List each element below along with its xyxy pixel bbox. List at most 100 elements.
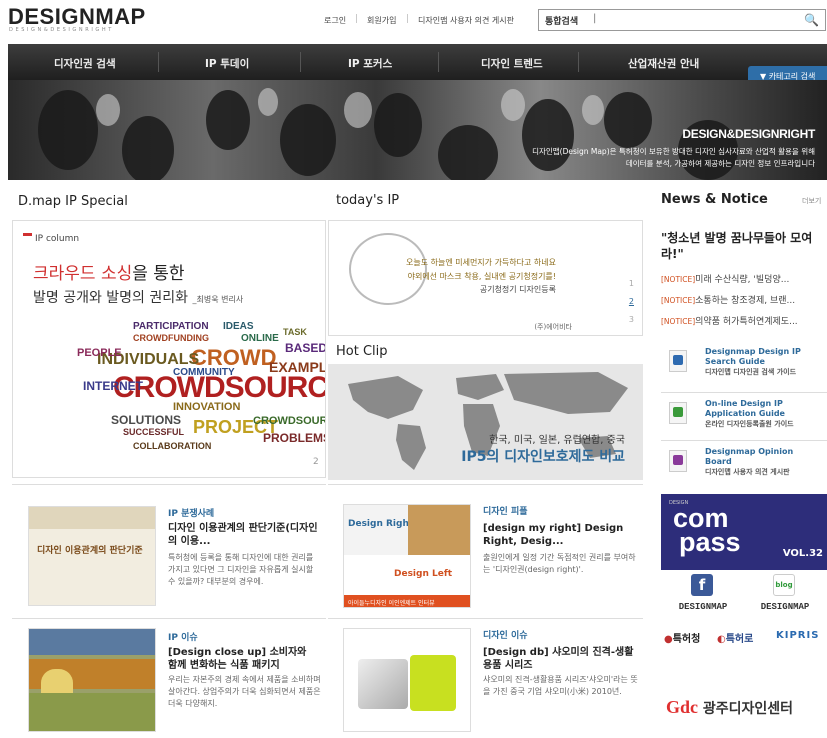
search-guide-icon (669, 350, 687, 372)
gwangju-design-center-logo[interactable]: Gdc 광주디자인센터 (666, 697, 793, 718)
hot-clip-card[interactable]: 한국, 미국, 일본, 유럽연합, 중국 IP5의 디자인보호제도 비교 (328, 364, 643, 480)
article-thumbnail[interactable]: Design Right Design Left 아이들누디자인 이인엔제트 인… (343, 504, 471, 608)
banner-title: DESIGN&DESIGNRIGHT (682, 127, 815, 141)
article-title[interactable]: 디자인 이용관계의 판단기준(디자인의 이용... (168, 522, 318, 548)
thumb-green-powerbank (410, 655, 456, 711)
nav-divider (300, 52, 301, 72)
today-ip-page-2[interactable]: 2 (629, 297, 634, 306)
article-title[interactable]: [Design db] 샤오미의 진격-생활용품 시리즈 (483, 646, 638, 672)
article-thumbnail[interactable] (343, 628, 471, 732)
search-input[interactable]: 통합검색 | 🔍 (538, 9, 826, 31)
article-category[interactable]: 디자인 이슈 (483, 628, 528, 641)
separator: | (355, 14, 359, 24)
article-category[interactable]: 디자인 피플 (483, 504, 528, 517)
column-subheadline: 발명 공개와 발명의 권리화 _최병욱 변리사 (33, 287, 243, 307)
ip-column-card[interactable]: IP column 크라우드 소싱을 통한 발명 공개와 발명의 권리화 _최병… (12, 220, 326, 478)
login-link[interactable]: 로그인 (324, 15, 346, 26)
partner-name: 특허청 (672, 634, 701, 645)
application-guide-icon (669, 402, 687, 424)
news-more-link[interactable]: 더보기 (802, 196, 821, 206)
facebook-icon: f (691, 574, 713, 596)
facebook-link[interactable]: f DESIGNMAP (663, 574, 743, 622)
article-thumbnail[interactable] (28, 628, 156, 732)
column-marker (23, 233, 32, 236)
kipo-logo[interactable]: ●특허청 (664, 630, 700, 645)
quick-link-title: Designmap Design IP Search Guide (705, 347, 801, 366)
news-item[interactable]: [NOTICE]의약품 허가특허연계제도... (661, 314, 826, 327)
article-title[interactable]: [design my right] Design Right, Desig... (483, 522, 638, 548)
ip-column-page-indicator[interactable]: 2 (313, 457, 319, 467)
thumb-panel (344, 505, 408, 555)
crowdsourcing-word-cloud: CROWDSOURCING CROWD INDIVIDUALS INTERNET… (73, 319, 326, 459)
nav-design-trend[interactable]: 디자인 트렌드 (481, 56, 543, 71)
ip-special-heading: D.map IP Special (18, 194, 128, 209)
article-thumbnail[interactable]: 디자인 이용관계의 판단기준 (28, 506, 156, 606)
column-author: _최병욱 변리사 (192, 295, 244, 304)
column-headline[interactable]: 크라우드 소싱을 통한 (33, 259, 185, 284)
today-ip-text: 오늘도 하늘엔 미세먼지가 가득하다고 하네요 (405, 258, 556, 267)
gdc-name: 광주디자인센터 (702, 701, 794, 717)
patentro-mark-icon: ◐ (717, 634, 726, 645)
today-ip-maker: (주)에어비타 (534, 323, 572, 331)
article-category[interactable]: IP 이슈 (168, 630, 198, 643)
nav-ip-guide[interactable]: 산업재산권 안내 (628, 56, 699, 71)
nav-ip-focus[interactable]: IP 포커스 (348, 56, 392, 71)
today-ip-text: 공기청정기 디자인등록 (479, 285, 556, 294)
quick-link-text: Designmap Opinion Board 디자인맵 사용자 의견 게시판 (705, 447, 805, 477)
search-icon[interactable]: 🔍 (804, 13, 819, 27)
today-ip-heading: today's IP (336, 193, 400, 208)
article-title[interactable]: [Design close up] 소비자와 함께 변화하는 식품 패키지 (168, 646, 318, 672)
opinion-board-link[interactable]: Designmap Opinion Board 디자인맵 사용자 의견 게시판 (661, 442, 827, 494)
search-scope-label[interactable]: 통합검색 (545, 14, 578, 27)
news-item-text: 미래 수산식량, '빌덩양... (695, 275, 790, 285)
divider (328, 484, 643, 485)
thumb-text: Design Left (394, 569, 453, 579)
cloud-word: BASED (285, 341, 326, 355)
quick-link-title: On-line Design IP Application Guide (705, 399, 785, 418)
thumb-band (29, 507, 155, 529)
article-category[interactable]: IP 분쟁사례 (168, 506, 214, 519)
thumb-silver-powerbank (358, 659, 408, 709)
air-purifier-image (349, 233, 427, 305)
news-featured-title[interactable]: "청소년 발명 꿈나무들아 모여라!" (661, 230, 826, 262)
divider (328, 618, 643, 619)
divider (661, 392, 827, 393)
today-ip-page-3[interactable]: 3 (629, 315, 634, 324)
partner-name: 특허로 (725, 634, 754, 645)
cloud-word: ONLINE (241, 333, 279, 344)
divider (661, 440, 827, 441)
kipris-logo[interactable]: KIPRIS (776, 630, 819, 641)
cloud-word: INNOVATION (173, 401, 241, 413)
quick-link-subtitle: 온라인 디자인등록출원 가이드 (705, 420, 794, 428)
cloud-word: COMMUNITY (173, 367, 235, 378)
blog-icon: blog (773, 574, 795, 596)
cloud-word: COLLABORATION (133, 441, 212, 451)
cloud-word: CROWDFUNDING (133, 333, 209, 343)
patentro-logo[interactable]: ◐특허로 (717, 630, 753, 645)
thumb-shelf (29, 629, 155, 655)
cloud-word: EXAMPLE (269, 359, 325, 375)
social-label: DESIGNMAP (678, 602, 728, 612)
thumb-text: Design Right (348, 519, 414, 529)
nav-ip-today[interactable]: IP 투데이 (205, 56, 249, 71)
application-guide-link[interactable]: On-line Design IP Application Guide 온라인 디… (661, 394, 827, 446)
nav-divider (158, 52, 159, 72)
hot-clip-heading: Hot Clip (336, 344, 388, 359)
notice-tag: [NOTICE] (661, 296, 696, 305)
news-item[interactable]: [NOTICE]소통하는 창조경제, 브랜... (661, 293, 826, 306)
today-ip-page-1[interactable]: 1 (629, 279, 634, 288)
cloud-word: PROBLEMS (263, 431, 326, 445)
opinion-board-link[interactable]: 디자인맵 사용자 의견 게시판 (418, 15, 514, 26)
search-guide-link[interactable]: Designmap Design IP Search Guide 디자인맵 디자인… (661, 342, 827, 394)
news-item[interactable]: [NOTICE]미래 수산식량, '빌덩양... (661, 272, 826, 285)
design-compass-banner[interactable]: DESIGN com pass VOL.32 (661, 494, 827, 570)
social-label: DESIGNMAP (760, 602, 810, 612)
nav-design-right-search[interactable]: 디자인권 검색 (54, 56, 116, 71)
signup-link[interactable]: 회원가입 (367, 15, 396, 26)
today-ip-card[interactable]: 오늘도 하늘엔 미세먼지가 가득하다고 하네요 야외에선 마스크 착용, 실내엔… (328, 220, 643, 336)
quick-link-subtitle: 디자인맵 사용자 의견 게시판 (705, 468, 790, 476)
blog-link[interactable]: blog DESIGNMAP (745, 574, 825, 622)
thumb-title: 디자인 이용관계의 판단기준 (37, 546, 143, 556)
subheadline-text: 발명 공개와 발명의 권리화 (33, 290, 189, 306)
hero-banner: DESIGN&DESIGNRIGHT 디자인맵(Design Map)은 특허청… (8, 80, 827, 180)
